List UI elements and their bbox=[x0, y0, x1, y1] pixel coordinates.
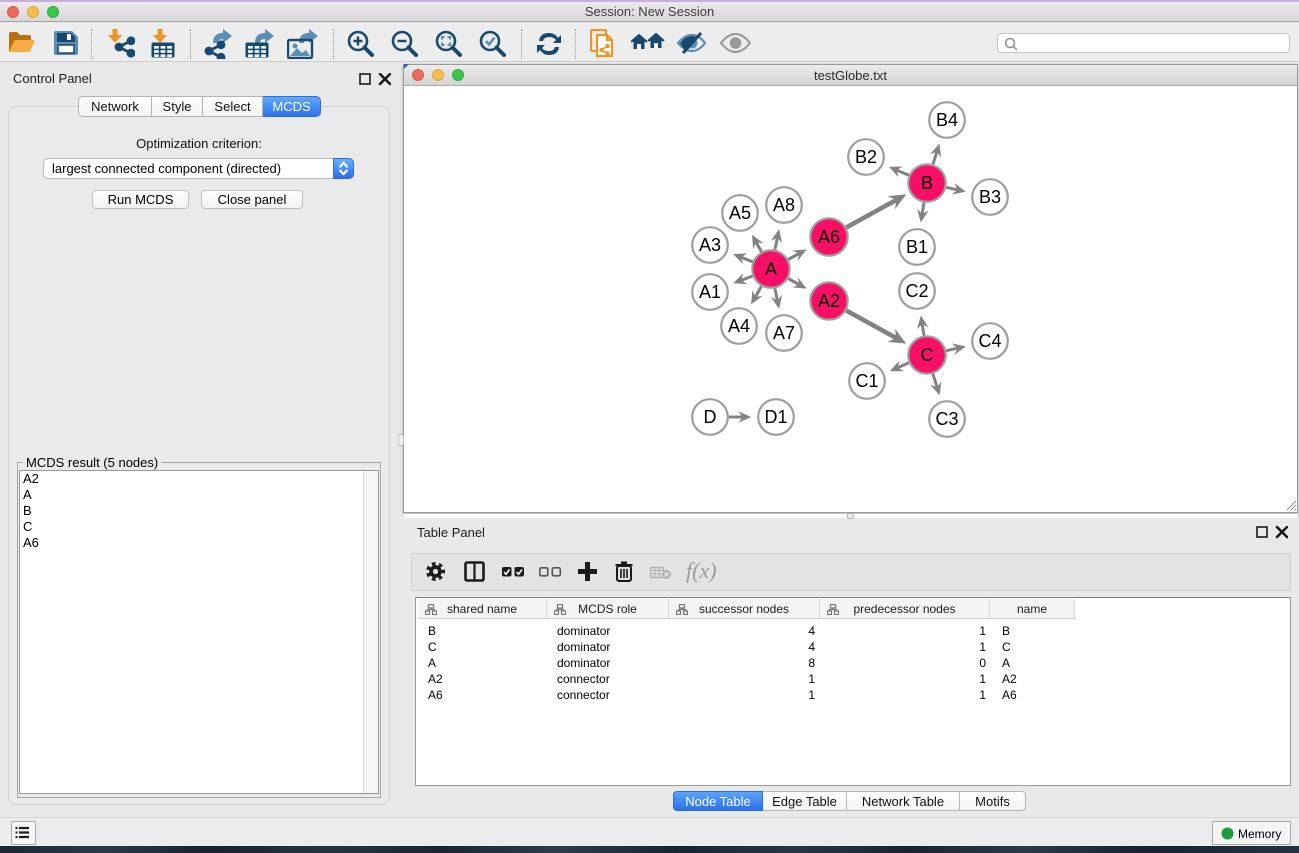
svg-text:A5: A5 bbox=[729, 203, 751, 223]
svg-text:B4: B4 bbox=[936, 110, 958, 130]
svg-text:B3: B3 bbox=[979, 187, 1001, 207]
svg-text:A6: A6 bbox=[818, 227, 840, 247]
svg-text:A1: A1 bbox=[699, 282, 721, 302]
svg-text:A4: A4 bbox=[728, 316, 750, 336]
svg-text:C3: C3 bbox=[935, 409, 958, 429]
svg-text:B2: B2 bbox=[855, 147, 877, 167]
svg-text:D1: D1 bbox=[764, 407, 787, 427]
svg-text:A: A bbox=[765, 259, 777, 279]
svg-text:B1: B1 bbox=[906, 237, 928, 257]
svg-text:A3: A3 bbox=[699, 235, 721, 255]
svg-text:C1: C1 bbox=[855, 371, 878, 391]
svg-text:A2: A2 bbox=[818, 291, 840, 311]
svg-text:C2: C2 bbox=[905, 281, 928, 301]
svg-text:A8: A8 bbox=[773, 195, 795, 215]
svg-text:D: D bbox=[704, 407, 717, 427]
svg-text:A7: A7 bbox=[773, 323, 795, 343]
svg-text:C4: C4 bbox=[978, 331, 1001, 351]
svg-text:C: C bbox=[921, 345, 934, 365]
svg-text:B: B bbox=[921, 173, 933, 193]
